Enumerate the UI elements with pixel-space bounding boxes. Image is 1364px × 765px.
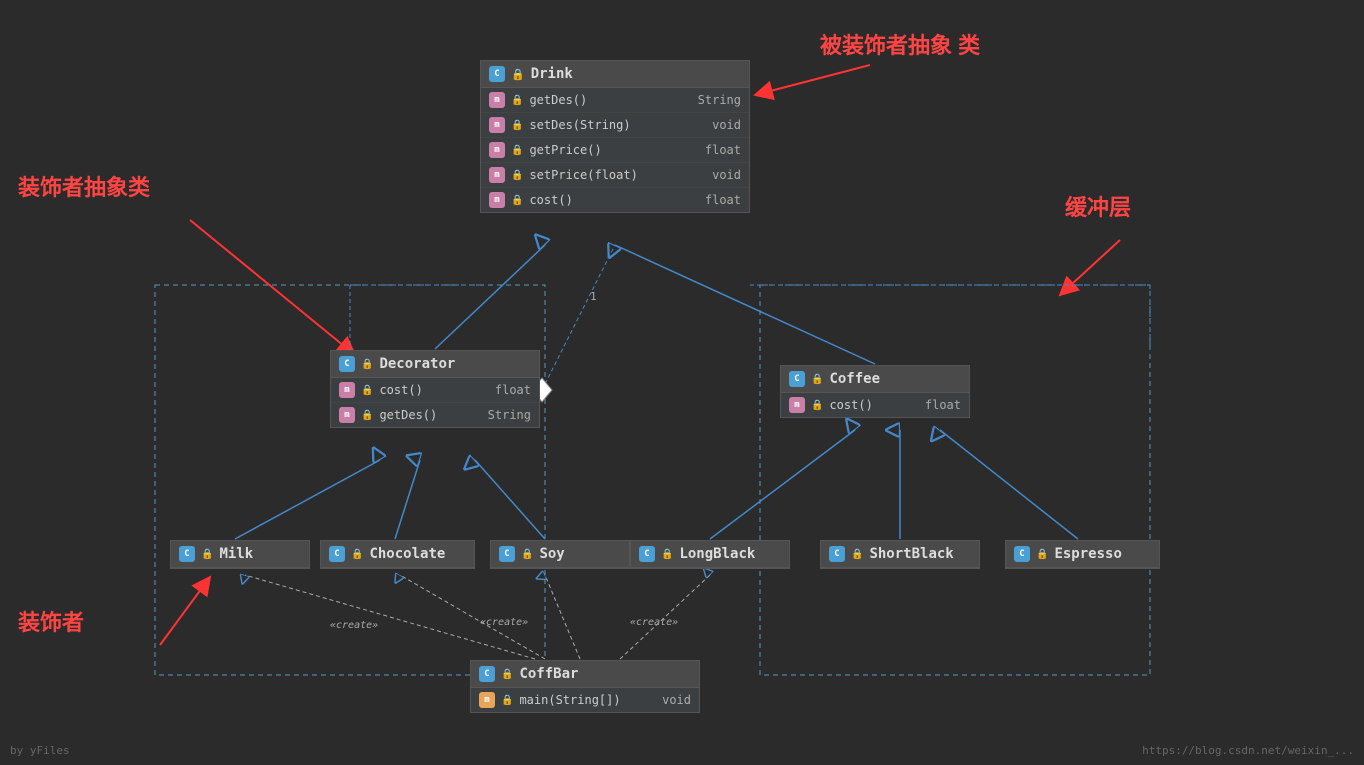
class-coffbar: C 🔒 CoffBar m 🔒 main(String[]) void bbox=[470, 660, 700, 713]
method-getprice: m 🔒 getPrice() float bbox=[481, 138, 749, 163]
class-longblack: C 🔒 LongBlack bbox=[630, 540, 790, 569]
class-drink-header: C 🔒 Drink bbox=[481, 61, 749, 88]
class-coffee-header: C 🔒 Coffee bbox=[781, 366, 969, 393]
method-getdes: m 🔒 getDes() String bbox=[481, 88, 749, 113]
class-coffee-name: Coffee bbox=[829, 371, 880, 387]
class-milk-name: Milk bbox=[219, 546, 253, 562]
class-espresso: C 🔒 Espresso bbox=[1005, 540, 1160, 569]
class-coffbar-name: CoffBar bbox=[519, 666, 578, 682]
badge-c-drink: C bbox=[489, 66, 505, 82]
annotation-decorator: 装饰者 bbox=[18, 605, 84, 637]
method-cost-decorator: m 🔒 cost() float bbox=[331, 378, 539, 403]
class-decorator: C 🔒 Decorator m 🔒 cost() float m 🔒 getDe… bbox=[330, 350, 540, 428]
class-drink: C 🔒 Drink m 🔒 getDes() String m 🔒 setDes… bbox=[480, 60, 750, 213]
diagram-container: 1 «create» «create» «create» bbox=[0, 0, 1364, 765]
annotation-decorated-abstract: 被装饰者抽象 类 bbox=[820, 28, 980, 60]
class-decorator-header: C 🔒 Decorator bbox=[331, 351, 539, 378]
class-shortblack-header: C 🔒 ShortBlack bbox=[821, 541, 979, 568]
class-soy-name: Soy bbox=[539, 546, 564, 562]
class-soy-header: C 🔒 Soy bbox=[491, 541, 629, 568]
method-setprice: m 🔒 setPrice(float) void bbox=[481, 163, 749, 188]
annotation-buffer-layer: 缓冲层 bbox=[1065, 190, 1131, 222]
class-drink-name: Drink bbox=[531, 66, 573, 82]
method-main: m 🔒 main(String[]) void bbox=[471, 688, 699, 712]
class-soy: C 🔒 Soy bbox=[490, 540, 630, 569]
class-coffee: C 🔒 Coffee m 🔒 cost() float bbox=[780, 365, 970, 418]
class-milk: C 🔒 Milk bbox=[170, 540, 310, 569]
method-cost-coffee: m 🔒 cost() float bbox=[781, 393, 969, 417]
class-chocolate-header: C 🔒 Chocolate bbox=[321, 541, 474, 568]
class-coffbar-header: C 🔒 CoffBar bbox=[471, 661, 699, 688]
svg-text:«create»: «create» bbox=[630, 617, 678, 628]
footer-left: by yFiles bbox=[10, 744, 70, 757]
lock-drink: 🔒 bbox=[511, 68, 525, 81]
svg-text:1: 1 bbox=[590, 290, 597, 303]
method-getdes-decorator: m 🔒 getDes() String bbox=[331, 403, 539, 427]
class-espresso-name: Espresso bbox=[1054, 546, 1121, 562]
class-chocolate: C 🔒 Chocolate bbox=[320, 540, 475, 569]
method-setdes: m 🔒 setDes(String) void bbox=[481, 113, 749, 138]
class-espresso-header: C 🔒 Espresso bbox=[1006, 541, 1159, 568]
method-cost-drink: m 🔒 cost() float bbox=[481, 188, 749, 212]
svg-text:«create»: «create» bbox=[480, 617, 528, 628]
class-longblack-header: C 🔒 LongBlack bbox=[631, 541, 789, 568]
class-shortblack: C 🔒 ShortBlack bbox=[820, 540, 980, 569]
class-milk-header: C 🔒 Milk bbox=[171, 541, 309, 568]
footer-right: https://blog.csdn.net/weixin_... bbox=[1142, 744, 1354, 757]
svg-text:«create»: «create» bbox=[330, 620, 378, 631]
annotation-decorator-abstract: 装饰者抽象类 bbox=[18, 170, 150, 202]
class-decorator-name: Decorator bbox=[379, 356, 455, 372]
class-shortblack-name: ShortBlack bbox=[869, 546, 953, 562]
class-chocolate-name: Chocolate bbox=[369, 546, 445, 562]
class-longblack-name: LongBlack bbox=[679, 546, 755, 562]
